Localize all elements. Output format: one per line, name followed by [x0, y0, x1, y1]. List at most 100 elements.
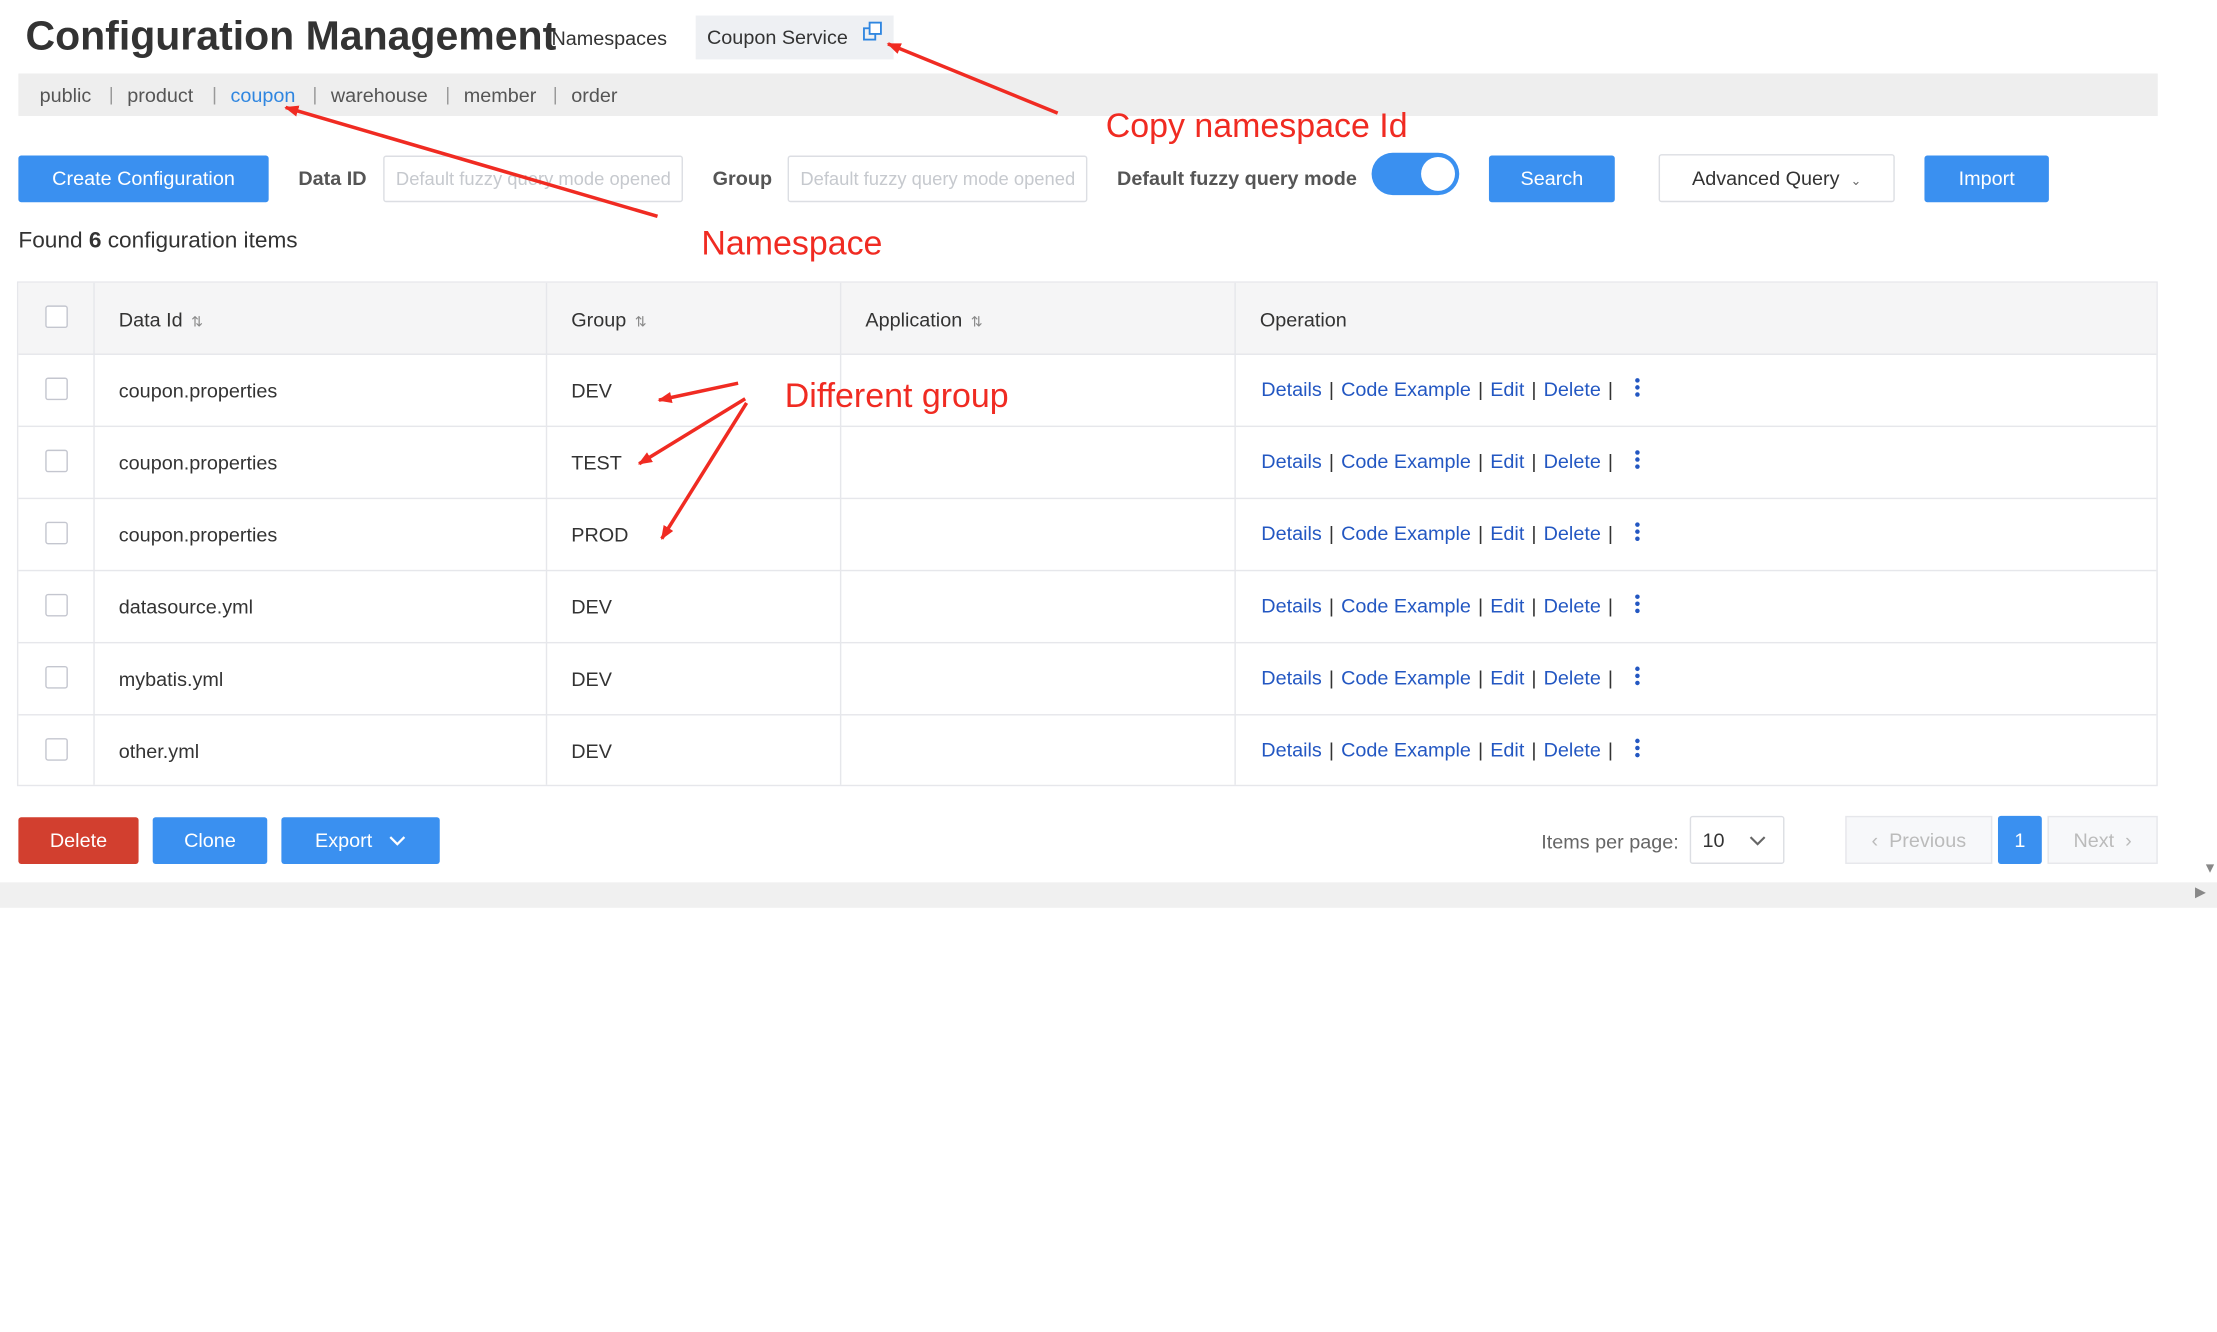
edit-link[interactable]: Edit	[1490, 522, 1524, 545]
details-link[interactable]: Details	[1261, 594, 1322, 617]
scroll-down-icon[interactable]: ▼	[2203, 861, 2217, 877]
operation-separator: |	[1478, 449, 1484, 473]
edit-link[interactable]: Edit	[1490, 594, 1524, 617]
operation-separator: |	[1328, 665, 1335, 689]
group-input[interactable]: Default fuzzy query mode opened	[787, 155, 1088, 203]
scroll-right-icon[interactable]: ▶	[2195, 885, 2206, 901]
namespaces-label: Namespaces	[551, 26, 667, 50]
current-page-button[interactable]: 1	[1997, 815, 2042, 864]
chevron-right-icon: ›	[2125, 828, 2132, 852]
more-options-icon[interactable]	[1634, 377, 1640, 401]
details-link[interactable]: Details	[1261, 522, 1322, 545]
code-example-link[interactable]: Code Example	[1341, 450, 1471, 473]
sort-icon[interactable]: ⇅	[191, 315, 203, 331]
row-checkbox[interactable]	[45, 521, 68, 545]
row-group: TEST	[571, 451, 622, 474]
more-options-icon[interactable]	[1634, 449, 1640, 473]
delete-selected-button[interactable]: Delete	[18, 817, 139, 864]
delete-link[interactable]: Delete	[1544, 450, 1601, 473]
column-group[interactable]: Group ⇅	[571, 308, 646, 331]
namespace-tab-warehouse[interactable]: warehouse	[331, 83, 428, 106]
row-operations: Details | Code Example | Edit | Delete |	[1261, 378, 1640, 402]
chevron-down-icon: ⌄	[1850, 173, 1862, 189]
operation-separator: |	[1531, 449, 1537, 473]
more-options-icon[interactable]	[1634, 738, 1640, 762]
export-button[interactable]: Export	[281, 817, 440, 864]
table-row: other.yml DEV Details | Code Example | Edit | De…	[18, 715, 2156, 787]
delete-link[interactable]: Delete	[1544, 594, 1601, 617]
table-row: mybatis.yml DEV Details | Code Example | Edit |…	[18, 643, 2157, 716]
delete-link[interactable]: Delete	[1544, 378, 1601, 401]
annotation-namespace: Namespace	[701, 224, 883, 264]
operation-separator: |	[1328, 738, 1335, 761]
export-label: Export	[315, 828, 373, 852]
code-example-link[interactable]: Code Example	[1341, 522, 1471, 545]
column-data-id-label: Data Id	[118, 308, 183, 331]
code-example-link[interactable]: Code Example	[1341, 594, 1471, 617]
namespace-tab-public[interactable]: public	[40, 83, 92, 106]
clone-button[interactable]: Clone	[152, 817, 268, 864]
operation-separator: |	[1478, 738, 1484, 761]
details-link[interactable]: Details	[1261, 666, 1322, 689]
import-button[interactable]: Import	[1924, 155, 2049, 203]
items-per-page-value: 10	[1702, 828, 1725, 852]
copy-icon[interactable]	[862, 15, 883, 59]
select-all-checkbox[interactable]	[45, 305, 68, 329]
row-checkbox[interactable]	[45, 377, 68, 401]
operation-separator: |	[1328, 377, 1335, 401]
column-operation: Operation	[1259, 308, 1347, 331]
details-link[interactable]: Details	[1261, 738, 1322, 761]
sort-icon[interactable]: ⇅	[971, 315, 983, 331]
page-title: Configuration Management	[25, 14, 557, 60]
horizontal-scrollbar[interactable]: ▶	[0, 882, 2217, 908]
advanced-query-button[interactable]: Advanced Query ⌄	[1658, 154, 1895, 203]
row-checkbox[interactable]	[45, 738, 68, 761]
row-checkbox[interactable]	[45, 449, 68, 473]
fuzzy-query-toggle[interactable]	[1371, 152, 1460, 196]
row-operations: Details | Code Example | Edit | Delete |	[1261, 450, 1640, 474]
delete-link[interactable]: Delete	[1544, 666, 1601, 689]
operation-separator: |	[1328, 521, 1335, 545]
namespace-tab-order[interactable]: order	[571, 83, 617, 106]
edit-link[interactable]: Edit	[1490, 378, 1524, 401]
edit-link[interactable]: Edit	[1490, 450, 1524, 473]
next-page-button[interactable]: Next ›	[2047, 815, 2158, 864]
row-data-id: other.yml	[118, 739, 200, 763]
namespace-tab-member[interactable]: member	[464, 83, 537, 106]
edit-link[interactable]: Edit	[1490, 666, 1524, 689]
row-checkbox[interactable]	[45, 665, 68, 689]
delete-link[interactable]: Delete	[1544, 522, 1601, 545]
code-example-link[interactable]: Code Example	[1341, 666, 1471, 689]
row-operations: Details | Code Example | Edit | Delete |	[1261, 738, 1640, 762]
found-prefix: Found	[18, 229, 83, 254]
operation-separator: |	[1531, 521, 1537, 545]
row-group: DEV	[571, 667, 612, 691]
namespace-separator: |	[552, 83, 558, 105]
advanced-query-label: Advanced Query	[1692, 166, 1840, 190]
details-link[interactable]: Details	[1261, 450, 1322, 473]
items-per-page-label: Items per page:	[1541, 830, 1679, 853]
table-row: coupon.properties DEV Details | Code Example…	[18, 355, 2157, 428]
row-checkbox[interactable]	[45, 593, 68, 617]
create-configuration-button[interactable]: Create Configuration	[18, 155, 269, 203]
chevron-left-icon: ‹	[1871, 828, 1879, 852]
code-example-link[interactable]: Code Example	[1341, 738, 1471, 761]
column-data-id[interactable]: Data Id ⇅	[119, 308, 203, 331]
search-button[interactable]: Search	[1488, 155, 1615, 203]
namespace-tab-product[interactable]: product	[127, 83, 193, 106]
code-example-link[interactable]: Code Example	[1341, 378, 1471, 401]
operation-separator: |	[1607, 521, 1614, 545]
column-application[interactable]: Application ⇅	[865, 308, 982, 331]
sort-icon[interactable]: ⇅	[635, 315, 647, 331]
items-per-page-select[interactable]: 10	[1689, 815, 1785, 864]
namespace-tab-coupon[interactable]: coupon	[230, 83, 295, 106]
delete-link[interactable]: Delete	[1544, 738, 1601, 761]
more-options-icon[interactable]	[1634, 521, 1640, 545]
more-options-icon[interactable]	[1634, 594, 1640, 618]
namespace-separator: |	[108, 83, 114, 105]
details-link[interactable]: Details	[1261, 378, 1322, 401]
more-options-icon[interactable]	[1634, 666, 1640, 690]
edit-link[interactable]: Edit	[1490, 738, 1524, 761]
data-id-input[interactable]: Default fuzzy query mode opened	[383, 155, 683, 203]
previous-page-button[interactable]: ‹ Previous	[1845, 815, 1993, 864]
